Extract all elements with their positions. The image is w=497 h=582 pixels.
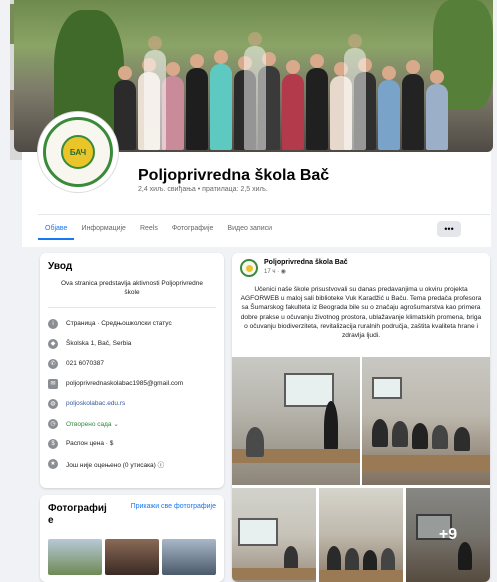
info-hours[interactable]: ◷ Отворено сада ⌄ [48, 414, 216, 434]
photos-title: Фотографиј е [48, 503, 107, 526]
post-photo-gallery: +9 [232, 357, 490, 582]
intro-card: Увод Ova stranica predstavlja aktivnosti… [40, 253, 224, 488]
tab-posts[interactable]: Објаве [38, 217, 75, 240]
logo-text: БАЧ [69, 147, 87, 157]
post-author[interactable]: Poljoprivredna škola Bač [264, 259, 348, 266]
star-icon: ★ [48, 458, 58, 469]
see-all-photos-link[interactable]: Прикажи све фотографије [131, 503, 216, 510]
post-text: Učenici naše škole prisustvovali su dana… [240, 286, 482, 340]
phone-icon: ✆ [48, 358, 58, 369]
more-photos-overlay[interactable]: +9 [406, 488, 490, 582]
cover-group-photo [104, 20, 464, 150]
info-address[interactable]: ◆ Školska 1, Bač, Serbia [48, 334, 216, 354]
email-icon: ✉ [48, 378, 58, 389]
info-category: i Страница · Средњошколски статус [48, 314, 216, 334]
info-email[interactable]: ✉ poljoprivrednaskolabac1985@gmail.com [48, 374, 216, 394]
location-pin-icon: ◆ [48, 338, 58, 349]
website-link[interactable]: poljoskolabac.edu.rs [66, 400, 125, 407]
school-logo: БАЧ [43, 117, 113, 187]
info-price-text: Распон цена · $ [66, 440, 114, 448]
globe-icon: ◍ [48, 398, 58, 409]
post-photo[interactable] [362, 357, 490, 485]
intro-title: Увод [48, 261, 73, 272]
info-address-text: Školska 1, Bač, Serbia [66, 340, 132, 348]
more-options-button[interactable]: ••• [437, 221, 461, 237]
post-card: Poljoprivredna škola Bač 17 ч · ◉ Učenic… [232, 253, 490, 582]
tab-about[interactable]: Информације [74, 217, 133, 240]
profile-avatar[interactable]: БАЧ [38, 112, 118, 192]
info-rating[interactable]: ★ Још није оцењено (0 утисака) ⓘ [48, 454, 216, 474]
info-phone-text: 021 6070387 [66, 360, 104, 368]
facebook-page: БАЧ Poljoprivredna škola Bač 2,4 хиљ. св… [10, 0, 493, 582]
page-title: Poljoprivredna škola Bač [138, 167, 330, 184]
post-photo[interactable] [319, 488, 403, 582]
post-photo[interactable] [232, 488, 316, 582]
photo-thumbnail[interactable] [105, 539, 159, 575]
post-header: Poljoprivredna škola Bač 17 ч · ◉ [232, 253, 490, 277]
page-tabs: Објаве Информације Reels Фотографије Вид… [38, 214, 490, 242]
info-price-range: $ Распон цена · $ [48, 434, 216, 454]
price-icon: $ [48, 438, 58, 449]
logo-emblem: БАЧ [61, 135, 95, 169]
photo-thumbnail[interactable] [48, 539, 102, 575]
page-stats: 2,4 хиљ. свиђања • пратилаца: 2,5 хиљ. [138, 186, 268, 193]
info-category-text: Страница · Средњошколски статус [66, 320, 172, 328]
info-rating-text: Још није оцењено (0 утисака) ⓘ [66, 461, 165, 469]
post-timestamp[interactable]: 17 ч · ◉ [264, 268, 348, 275]
intro-description: Ova stranica predstavlja aktivnosti Polj… [61, 280, 203, 296]
photo-thumbnails [48, 539, 216, 575]
clock-icon: ◷ [48, 418, 58, 429]
info-icon: i [48, 318, 58, 329]
info-website[interactable]: ◍ poljoskolabac.edu.rs [48, 394, 216, 414]
open-now-status[interactable]: Отворено сада ⌄ [66, 420, 119, 428]
tab-videos[interactable]: Видео записи [220, 217, 279, 240]
info-email-text: poljoprivrednaskolabac1985@gmail.com [66, 380, 184, 388]
post-photo[interactable] [232, 357, 360, 485]
info-phone[interactable]: ✆ 021 6070387 [48, 354, 216, 374]
post-author-avatar[interactable] [240, 259, 258, 277]
photo-thumbnail[interactable] [162, 539, 216, 575]
divider [48, 306, 216, 308]
photos-card: Фотографиј е Прикажи све фотографије [40, 495, 224, 582]
tab-reels[interactable]: Reels [133, 217, 165, 240]
tab-photos[interactable]: Фотографије [165, 217, 221, 240]
